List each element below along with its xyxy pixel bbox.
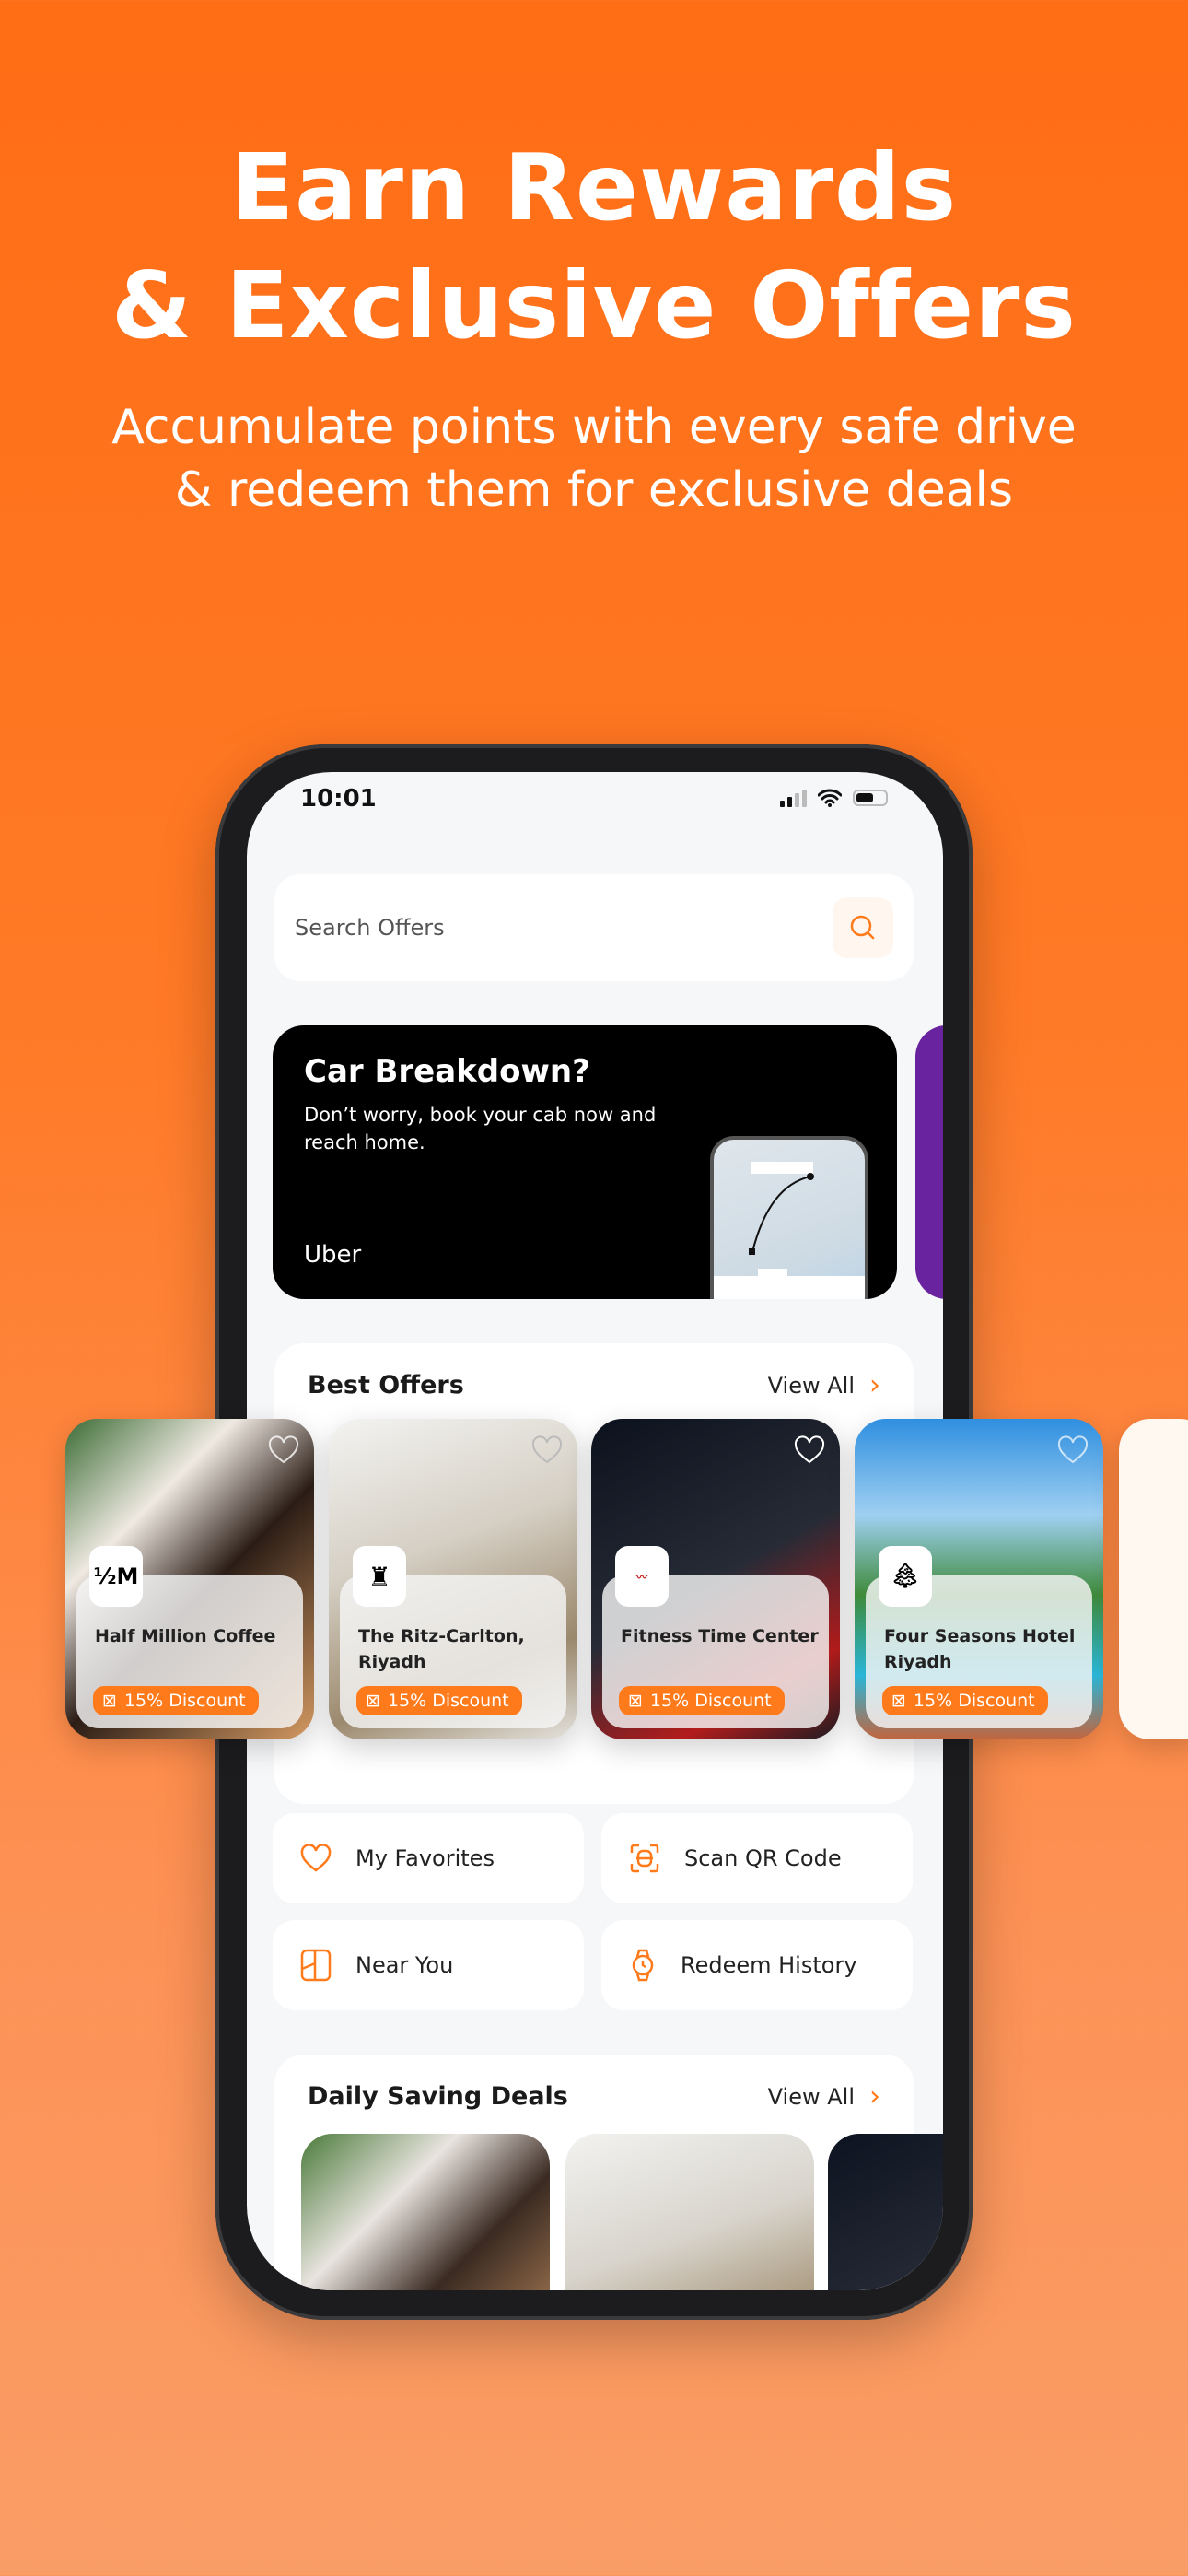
four-seasons-logo: 🌲︎ — [879, 1546, 932, 1607]
search-icon — [850, 915, 875, 940]
hero-subtitle: Accumulate points with every safe drive … — [0, 396, 1188, 521]
daily-deal-card-half-million[interactable] — [301, 2134, 550, 2290]
search-button[interactable] — [833, 897, 893, 958]
offer-name: Fitness Time Center — [621, 1626, 819, 1646]
offer-card-half-million[interactable]: ½M Half Million Coffee ⊠ 15% Discount — [65, 1419, 314, 1739]
uber-logo: Uber — [304, 1241, 362, 1269]
offer-card-next[interactable] — [1119, 1419, 1188, 1739]
daily-deal-card-ritz-carlton[interactable] — [565, 2134, 814, 2290]
hero-subtitle-line2: & redeem them for exclusive deals — [174, 463, 1014, 518]
half-million-logo: ½M — [89, 1546, 143, 1607]
map-icon — [300, 1949, 332, 1982]
quick-action-scan-qr[interactable]: Scan QR Code — [601, 1813, 913, 1903]
promo-banner-uber[interactable]: Car Breakdown? Don’t worry, book your ca… — [273, 1025, 897, 1299]
daily-deals-title: Daily Saving Deals — [308, 2082, 568, 2111]
banner-description: Don’t worry, book your cab now and reach… — [304, 1104, 657, 1153]
discount-badge: ⊠ 15% Discount — [356, 1686, 522, 1715]
ticket-icon: ⊠ — [366, 1691, 380, 1711]
chevron-right-icon: › — [869, 2080, 880, 2113]
best-offers-title: Best Offers — [308, 1371, 464, 1399]
discount-label: 15% Discount — [387, 1691, 509, 1711]
ritz-carlton-logo: ♜ — [353, 1546, 406, 1607]
hero-title: Earn Rewards & Exclusive Offers — [0, 129, 1188, 365]
offer-card-fitness-time[interactable]: 〰 Fitness Time Center ⊠ 15% Discount — [591, 1419, 840, 1739]
wifi-icon — [818, 789, 842, 807]
quick-action-label: Near You — [355, 1952, 454, 1978]
ticket-icon: ⊠ — [102, 1691, 117, 1711]
status-time: 10:01 — [300, 785, 377, 813]
hero-title-line1: Earn Rewards — [230, 134, 958, 241]
quick-action-label: Redeem History — [681, 1952, 857, 1978]
quick-action-redeem-history[interactable]: Redeem History — [601, 1920, 913, 2010]
banner-title: Car Breakdown? — [304, 1053, 590, 1090]
ticket-icon: ⊠ — [891, 1691, 906, 1711]
offer-card-ritz-carlton[interactable]: ♜ The Ritz-Carlton, Riyadh ⊠ 15% Discount — [329, 1419, 577, 1739]
watch-icon — [632, 1949, 654, 1982]
offer-name: The Ritz-Carlton, Riyadh — [358, 1626, 525, 1672]
banner-phone-map-image: 260 Drumes St Home — [710, 1136, 868, 1299]
search-input[interactable]: Search Offers — [274, 874, 914, 981]
signal-icon — [780, 789, 807, 807]
chevron-right-icon: › — [869, 1369, 880, 1401]
offer-name: Half Million Coffee — [95, 1626, 276, 1646]
promo-banner-next[interactable] — [915, 1025, 943, 1299]
battery-icon — [853, 790, 888, 806]
daily-deals-view-all[interactable]: View All › — [768, 2080, 880, 2113]
heart-icon[interactable] — [268, 1435, 299, 1465]
discount-badge: ⊠ 15% Discount — [882, 1686, 1048, 1715]
heart-icon — [300, 1844, 332, 1872]
quick-action-label: My Favorites — [355, 1845, 495, 1871]
status-icons — [780, 789, 888, 807]
quick-action-near-you[interactable]: Near You — [273, 1920, 584, 2010]
offer-card-four-seasons[interactable]: 🌲︎ Four Seasons Hotel Riyadh ⊠ 15% Discou… — [855, 1419, 1103, 1739]
discount-label: 15% Discount — [913, 1691, 1035, 1711]
search-placeholder: Search Offers — [295, 915, 445, 941]
hero-subtitle-line1: Accumulate points with every safe drive — [111, 400, 1077, 455]
discount-label: 15% Discount — [649, 1691, 772, 1711]
discount-badge: ⊠ 15% Discount — [93, 1686, 259, 1715]
hero-title-line2: & Exclusive Offers — [111, 252, 1077, 359]
scan-qr-icon — [630, 1844, 659, 1873]
quick-action-my-favorites[interactable]: My Favorites — [273, 1813, 584, 1903]
best-offers-view-all[interactable]: View All › — [768, 1369, 880, 1401]
ticket-icon: ⊠ — [628, 1691, 643, 1711]
discount-label: 15% Discount — [123, 1691, 246, 1711]
discount-badge: ⊠ 15% Discount — [619, 1686, 785, 1715]
fitness-time-logo: 〰 — [615, 1546, 669, 1607]
offer-name: Four Seasons Hotel Riyadh — [884, 1626, 1076, 1672]
view-all-label: View All — [767, 2083, 855, 2110]
heart-icon[interactable] — [794, 1435, 825, 1465]
quick-action-label: Scan QR Code — [684, 1845, 842, 1871]
heart-icon[interactable] — [1057, 1435, 1089, 1465]
daily-deal-card-fitness-time[interactable] — [828, 2134, 943, 2290]
heart-icon[interactable] — [531, 1435, 563, 1465]
view-all-label: View All — [767, 1372, 855, 1399]
